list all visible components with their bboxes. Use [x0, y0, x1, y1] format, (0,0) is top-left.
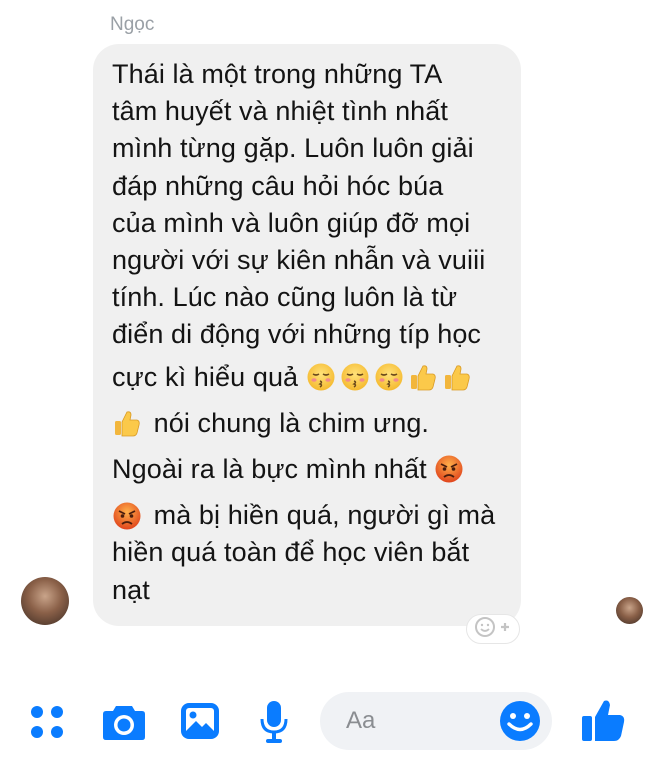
message-text: mình từng gặp. Luôn luôn giải [112, 133, 474, 164]
thumbs-up-emoji [408, 362, 438, 392]
message-line: của mình và luôn giúp đỡ mọi [112, 205, 509, 242]
kissing-face-emoji [306, 362, 336, 392]
message-line: mà bị hiền quá, người gì mà [112, 497, 509, 534]
message-text: cực kì hiểu quả [112, 361, 306, 392]
composer-placeholder: Aa [346, 707, 376, 734]
more-actions-icon [28, 703, 66, 746]
message-line: hiền quá toàn để học viên bắt [112, 534, 509, 571]
angry-face-emoji [112, 501, 142, 531]
thumbs-up-emoji [442, 362, 472, 392]
message-line: mình từng gặp. Luôn luôn giải [112, 130, 509, 167]
emoji-icon [498, 701, 542, 747]
message-text: mà bị hiền quá, người gì mà [146, 500, 496, 531]
message-text: của mình và luôn giúp đỡ mọi [112, 207, 471, 238]
message-line: Ngoài ra là bực mình nhất [112, 451, 509, 488]
kissing-face-emoji [374, 362, 404, 392]
microphone-button[interactable] [258, 700, 290, 748]
gallery-button[interactable] [178, 701, 222, 745]
thumbs-up-icon [579, 696, 627, 749]
message-line: cực kì hiểu quả [112, 359, 509, 396]
message-text: tính. Lúc nào cũng luôn là từ [112, 282, 458, 313]
message-line: người với sự kiên nhẫn và vuiii [112, 242, 509, 279]
camera-icon [101, 702, 147, 747]
message-text: nạt [112, 574, 150, 605]
message-text: người với sự kiên nhẫn và vuiii [112, 245, 486, 276]
add-reaction-button[interactable] [466, 614, 520, 644]
message-text: đáp những câu hỏi hóc búa [112, 170, 444, 201]
message-line: tâm huyết và nhiệt tình nhất [112, 93, 509, 130]
thumbs-up-button[interactable] [578, 697, 628, 747]
message-text: Thái là một trong những TA [112, 59, 443, 90]
message-text: tâm huyết và nhiệt tình nhất [112, 96, 449, 127]
kissing-face-emoji [340, 362, 370, 392]
message-composer[interactable]: Aa [320, 692, 552, 750]
message-line: nạt [112, 571, 509, 608]
add-reaction-icon [474, 616, 512, 643]
camera-button[interactable] [100, 701, 148, 747]
sender-name: Ngọc [110, 14, 155, 35]
thumbs-up-emoji [112, 408, 142, 438]
message-line: Thái là một trong những TA [112, 56, 509, 93]
message-bubble[interactable]: Thái là một trong những TA tâm huyết và n… [93, 44, 521, 626]
read-receipt-avatar [616, 597, 643, 624]
message-line: đáp những câu hỏi hóc búa [112, 168, 509, 205]
message-text: Ngoài ra là bực mình nhất [112, 453, 435, 484]
more-actions-button[interactable] [26, 703, 68, 745]
emoji-button[interactable] [498, 699, 542, 743]
microphone-icon [259, 699, 289, 750]
message-text: điển di động với những típ học [112, 319, 482, 350]
gallery-icon [179, 701, 221, 746]
sender-avatar[interactable] [21, 577, 69, 625]
message-text: nói chung là chim ưng. [146, 407, 430, 438]
message-line: điển di động với những típ học [112, 316, 509, 353]
message-text: hiền quá toàn để học viên bắt [112, 537, 470, 568]
message-line: nói chung là chim ưng. [112, 405, 509, 442]
angry-face-emoji [434, 454, 464, 484]
message-line: tính. Lúc nào cũng luôn là từ [112, 279, 509, 316]
